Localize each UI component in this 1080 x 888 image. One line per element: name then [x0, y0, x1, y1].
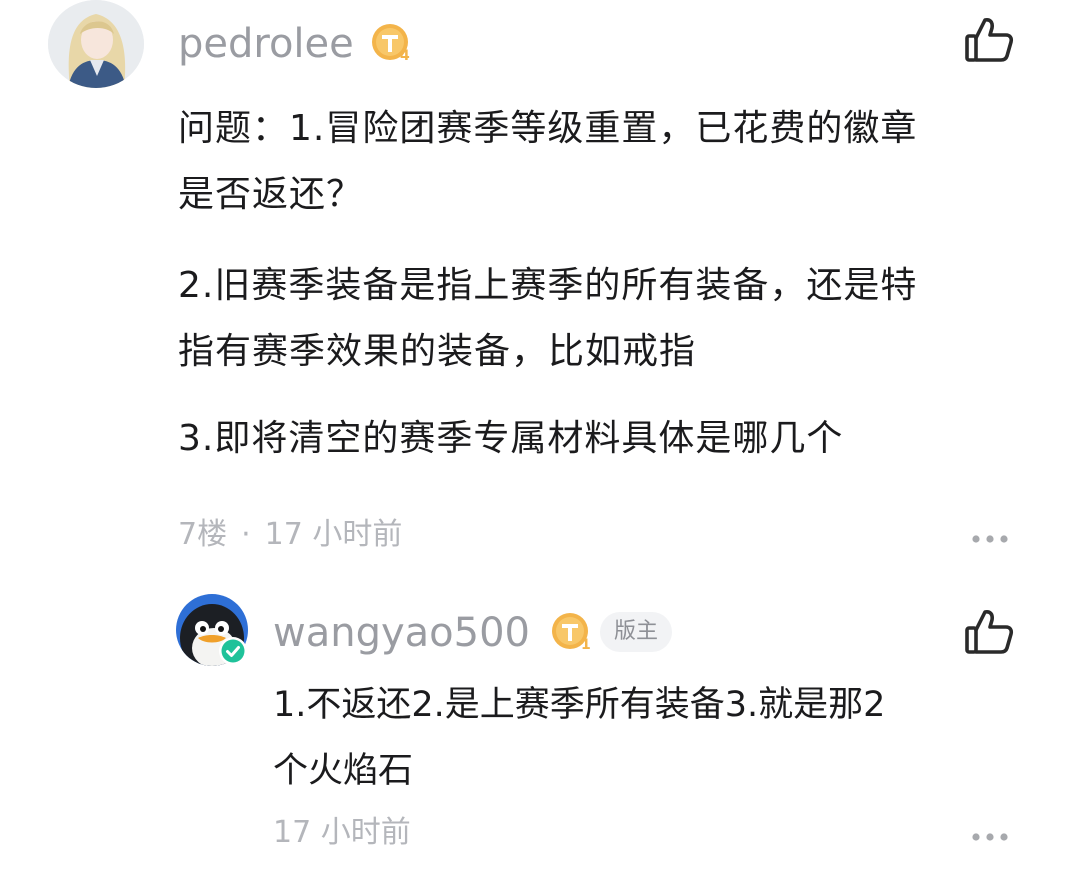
moderator-tag: 版主: [600, 612, 673, 652]
floor-number: 7楼: [178, 517, 228, 552]
like-thumbs-up-icon[interactable]: [963, 606, 1015, 658]
like-thumbs-up-icon[interactable]: [963, 14, 1015, 66]
svg-text:4: 4: [400, 48, 410, 64]
comment-text-line: 指有赛季效果的装备，比如戒指: [178, 331, 697, 372]
comment-text-line: 2.旧赛季装备是指上赛季的所有装备，还是特: [178, 265, 918, 306]
more-dots-icon[interactable]: [970, 828, 1010, 841]
comment-timestamp: 17 小时前: [264, 517, 403, 552]
comment-meta: 7楼 · 17 小时前: [178, 520, 402, 550]
more-dots-icon[interactable]: [970, 530, 1010, 543]
comment-text-line: 是否返还？: [178, 174, 364, 215]
comment-username[interactable]: pedrolee: [178, 24, 354, 64]
reply-timestamp: 17 小时前: [273, 815, 411, 850]
level-badge-icon: 1: [550, 611, 594, 655]
reply-text-line: 1.不返还2.是上赛季所有装备3.就是那2: [273, 685, 886, 725]
comment-text-line: 3.即将清空的赛季专属材料具体是哪几个: [178, 418, 844, 459]
reply-text-line: 个火焰石: [273, 751, 414, 791]
meta-separator: ·: [241, 517, 251, 552]
avatar-pedrolee[interactable]: [48, 0, 144, 88]
reply-username[interactable]: wangyao500: [273, 613, 530, 653]
svg-text:1: 1: [581, 637, 591, 653]
comment-text-line: 问题：1.冒险团赛季等级重置，已花费的徽章: [178, 108, 918, 149]
level-badge-icon: 4: [370, 22, 414, 66]
verified-check-icon: [218, 636, 248, 666]
